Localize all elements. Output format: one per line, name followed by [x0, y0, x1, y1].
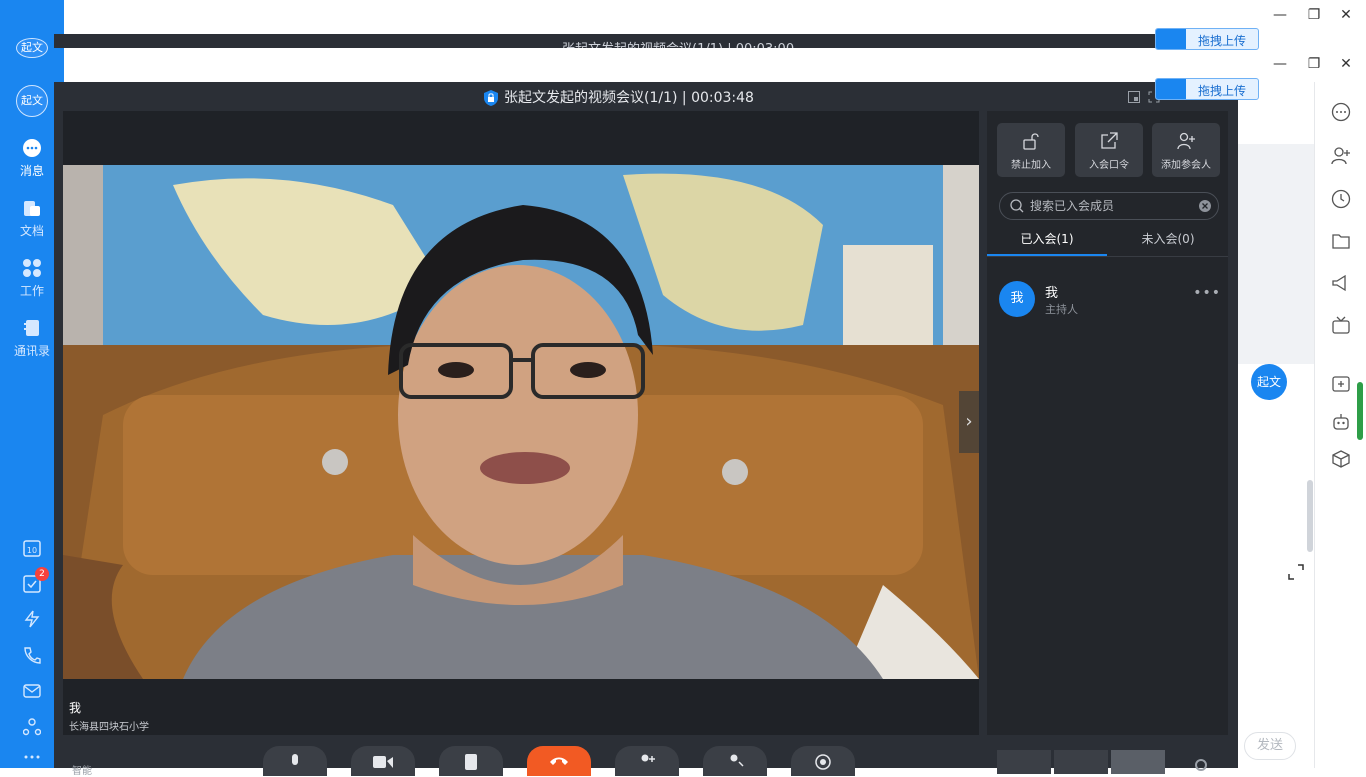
- document-icon: [24, 201, 40, 216]
- folder-icon[interactable]: [1331, 231, 1351, 251]
- robot-icon[interactable]: [1331, 412, 1351, 432]
- flash-icon[interactable]: [23, 610, 41, 628]
- pip-icon[interactable]: [1128, 91, 1140, 103]
- baidu-cloud-icon: [1156, 79, 1186, 99]
- secure-lock-icon: [484, 90, 498, 106]
- search-icon: [1010, 199, 1024, 213]
- camera-video-feed: [63, 165, 979, 679]
- announcement-icon[interactable]: [1331, 273, 1351, 293]
- tab-joined[interactable]: 已入会(1): [987, 230, 1107, 256]
- meeting-code-button[interactable]: 入会口令: [1075, 123, 1143, 177]
- todo-badge: 2: [35, 567, 49, 581]
- expand-icon[interactable]: [1288, 564, 1304, 580]
- right-toolbar: [1314, 82, 1366, 768]
- layout-list-button[interactable]: [1111, 750, 1165, 774]
- nav-messages-label: 消息: [19, 164, 44, 178]
- add-member-icon[interactable]: [1331, 146, 1351, 166]
- upload-badge[interactable]: 拖拽上传: [1155, 78, 1259, 100]
- right-scrollbar[interactable]: [1357, 382, 1363, 440]
- layout-speaker-button[interactable]: [997, 750, 1051, 774]
- share-link-icon: [1101, 132, 1118, 149]
- chat-message-area: [1238, 144, 1314, 364]
- member-more-icon[interactable]: •••: [1193, 285, 1221, 301]
- minimize-icon[interactable]: —: [1273, 57, 1287, 71]
- clear-search-icon[interactable]: [1198, 199, 1212, 213]
- meeting-code-label: 入会口令: [1089, 160, 1129, 171]
- history-icon[interactable]: [1331, 189, 1351, 209]
- ghost-meeting-title: 张起文发起的视频会议(1/1) | 00:03:00: [562, 38, 794, 48]
- upload-badge-ghost[interactable]: 拖拽上传: [1155, 28, 1259, 50]
- minimize-icon[interactable]: —: [1273, 8, 1287, 22]
- upload-label: 拖拽上传: [1198, 84, 1247, 98]
- meeting-title: 张起文发起的视频会议(1/1) | 00:03:48: [504, 90, 754, 106]
- tab-not-joined[interactable]: 未入会(0): [1108, 230, 1228, 256]
- close-icon[interactable]: ✕: [1339, 57, 1353, 71]
- tab-divider: [987, 256, 1228, 257]
- contacts-icon: [24, 320, 39, 336]
- video-participant-org: 长海县四块石小学: [69, 722, 149, 733]
- member-search-box: [999, 192, 1219, 220]
- hang-up-button[interactable]: [527, 746, 591, 776]
- member-role: 主持人: [1045, 303, 1078, 316]
- user-avatar[interactable]: 起文: [16, 85, 48, 117]
- more-icon[interactable]: [23, 752, 41, 762]
- calendar-icon[interactable]: 10: [23, 539, 41, 557]
- chat-scrollbar[interactable]: [1307, 480, 1313, 552]
- member-avatar: 我: [999, 281, 1035, 317]
- video-participant-name: 我: [69, 701, 82, 715]
- microphone-button[interactable]: [263, 746, 327, 776]
- unlock-icon: [1023, 133, 1039, 150]
- live-tv-icon[interactable]: [1331, 315, 1351, 335]
- layout-grid-button[interactable]: [1054, 750, 1108, 774]
- panel-toggle-arrow[interactable]: ›: [959, 391, 979, 453]
- add-app-icon[interactable]: [1331, 373, 1351, 393]
- camera-icon: [373, 756, 393, 768]
- calendar-day: 10: [27, 546, 37, 555]
- package-icon[interactable]: [1331, 449, 1351, 469]
- nav-work-label: 工作: [19, 284, 44, 298]
- video-meeting-window: 张起文发起的视频会议(1/1) | 00:03:48 › 我 长海县四块石小学 …: [54, 82, 1238, 777]
- close-icon[interactable]: ✕: [1339, 8, 1353, 22]
- nav-documents-label: 文档: [19, 224, 44, 238]
- upload-label: 拖拽上传: [1198, 34, 1247, 48]
- members-button[interactable]: [703, 746, 767, 776]
- camera-button[interactable]: [351, 746, 415, 776]
- lock-meeting-label: 禁止加入: [1011, 160, 1051, 171]
- record-button[interactable]: [791, 746, 855, 776]
- baidu-cloud-icon: [1156, 29, 1186, 49]
- hang-up-icon: [550, 757, 568, 765]
- send-button[interactable]: 发送: [1244, 732, 1296, 760]
- restore-icon[interactable]: ❐: [1307, 8, 1321, 22]
- member-search-input[interactable]: [1030, 198, 1190, 214]
- member-list-item[interactable]: 我 我 主持人 •••: [999, 281, 1221, 321]
- org-icon[interactable]: [23, 718, 41, 736]
- avatar-ghost: 起文: [16, 38, 48, 58]
- settings-gear-icon[interactable]: [1194, 758, 1208, 772]
- add-participant-label: 添加参会人: [1161, 160, 1211, 171]
- lock-meeting-button[interactable]: 禁止加入: [997, 123, 1065, 177]
- restore-icon[interactable]: ❐: [1307, 57, 1321, 71]
- add-participant-button[interactable]: 添加参会人: [1152, 123, 1220, 177]
- message-icon: [23, 139, 41, 157]
- meeting-titlebar: 张起文发起的视频会议(1/1) | 00:03:48: [484, 88, 754, 108]
- ghost-meeting-titlebar: 张起文发起的视频会议(1/1) | 00:03:00: [54, 34, 1238, 48]
- phone-icon[interactable]: [23, 646, 41, 664]
- chat-panel: 起文 发送: [1238, 82, 1314, 768]
- invite-button[interactable]: [615, 746, 679, 776]
- member-name: 我: [1045, 286, 1059, 301]
- participants-panel: 禁止加入 入会口令 添加参会人 已入会(1) 未入会(0) 我 我 主持人 ••…: [987, 111, 1228, 735]
- share-screen-button[interactable]: [439, 746, 503, 776]
- video-stage: › 我 长海县四块石小学: [63, 111, 979, 735]
- work-grid-icon: [23, 259, 41, 277]
- mail-icon[interactable]: [23, 682, 41, 700]
- chat-window-titlebar: — ❐ ✕: [64, 48, 1366, 80]
- bottom-status-text: 智能: [72, 766, 92, 777]
- nav-contacts-label: 通讯录: [13, 344, 50, 358]
- video-frame-image: [63, 165, 979, 679]
- add-person-icon: [1177, 132, 1195, 150]
- chat-avatar[interactable]: 起文: [1251, 364, 1287, 400]
- more-options-icon[interactable]: [1331, 102, 1351, 122]
